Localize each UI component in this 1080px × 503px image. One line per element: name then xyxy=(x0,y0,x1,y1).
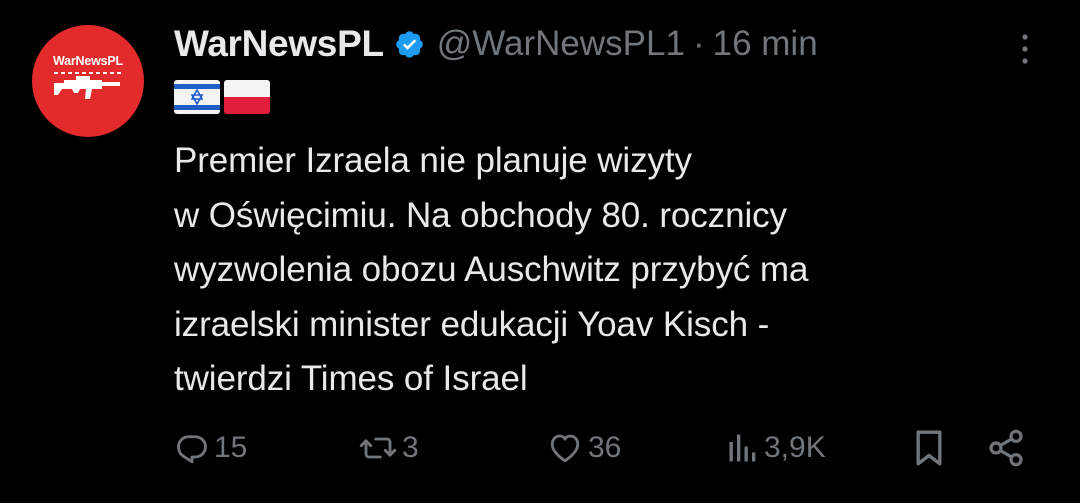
reply-count: 15 xyxy=(214,431,248,464)
views-count: 3,9K xyxy=(764,431,826,464)
post-time[interactable]: 16 min xyxy=(713,24,818,64)
share-button[interactable] xyxy=(986,424,1026,472)
tweet-card[interactable]: WarNewsPL WarNewsPL @WarNewsPL1 · 16 min xyxy=(0,0,1080,503)
repost-icon xyxy=(359,437,397,459)
reply-button[interactable]: 15 xyxy=(174,424,247,472)
action-bar: 15 3 36 3,9K xyxy=(174,424,1054,472)
verified-badge-icon xyxy=(396,30,423,58)
heart-icon xyxy=(550,434,580,463)
tweet-header: WarNewsPL @WarNewsPL1 · 16 min xyxy=(174,23,818,65)
views-chart-icon xyxy=(729,434,756,462)
tweet-text: Premier Izraela nie planuje wizyty w Ośw… xyxy=(174,141,809,398)
tweet-content: WarNewsPL @WarNewsPL1 · 16 min Premier I… xyxy=(174,0,1080,503)
avatar-brand-text: WarNewsPL xyxy=(53,54,123,68)
author-handle[interactable]: @WarNewsPL1 xyxy=(437,24,685,64)
flag-emojis xyxy=(174,80,270,114)
avatar[interactable]: WarNewsPL xyxy=(32,25,144,137)
repost-count: 3 xyxy=(402,431,419,464)
display-name[interactable]: WarNewsPL xyxy=(174,23,384,65)
bookmark-icon xyxy=(916,430,942,466)
rifle-icon xyxy=(54,72,122,99)
like-button[interactable]: 36 xyxy=(546,424,621,472)
repost-button[interactable]: 3 xyxy=(358,424,419,472)
poland-flag-icon xyxy=(224,80,270,114)
views-button[interactable]: 3,9K xyxy=(726,424,826,472)
israel-flag-icon xyxy=(174,80,220,114)
reply-icon xyxy=(177,435,207,464)
more-vertical-icon[interactable] xyxy=(1018,32,1032,66)
share-icon xyxy=(989,429,1023,467)
header-separator: · xyxy=(692,24,705,63)
like-count: 36 xyxy=(588,431,622,464)
bookmark-button[interactable] xyxy=(912,424,946,472)
